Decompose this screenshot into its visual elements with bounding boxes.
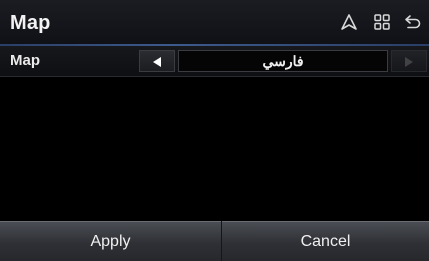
footer-bar: Apply Cancel bbox=[0, 221, 429, 261]
map-language-row: Map فارسي bbox=[0, 46, 429, 77]
navigation-icon[interactable] bbox=[340, 13, 358, 31]
left-arrow-icon bbox=[153, 57, 161, 67]
grid-menu-icon[interactable] bbox=[373, 13, 391, 31]
settings-screen: Map Map فارسي Apply Cancel bbox=[0, 0, 429, 261]
apply-button[interactable]: Apply bbox=[0, 221, 221, 261]
map-value-text: فارسي bbox=[262, 53, 304, 69]
right-arrow-icon bbox=[405, 57, 413, 67]
map-setting-label: Map bbox=[10, 52, 40, 69]
next-value-button[interactable] bbox=[391, 50, 427, 72]
header-bar: Map bbox=[0, 0, 429, 44]
page-title: Map bbox=[10, 12, 51, 34]
cancel-button[interactable]: Cancel bbox=[222, 221, 429, 261]
back-icon[interactable] bbox=[404, 13, 422, 31]
map-value-display: فارسي bbox=[178, 50, 388, 72]
previous-value-button[interactable] bbox=[139, 50, 175, 72]
